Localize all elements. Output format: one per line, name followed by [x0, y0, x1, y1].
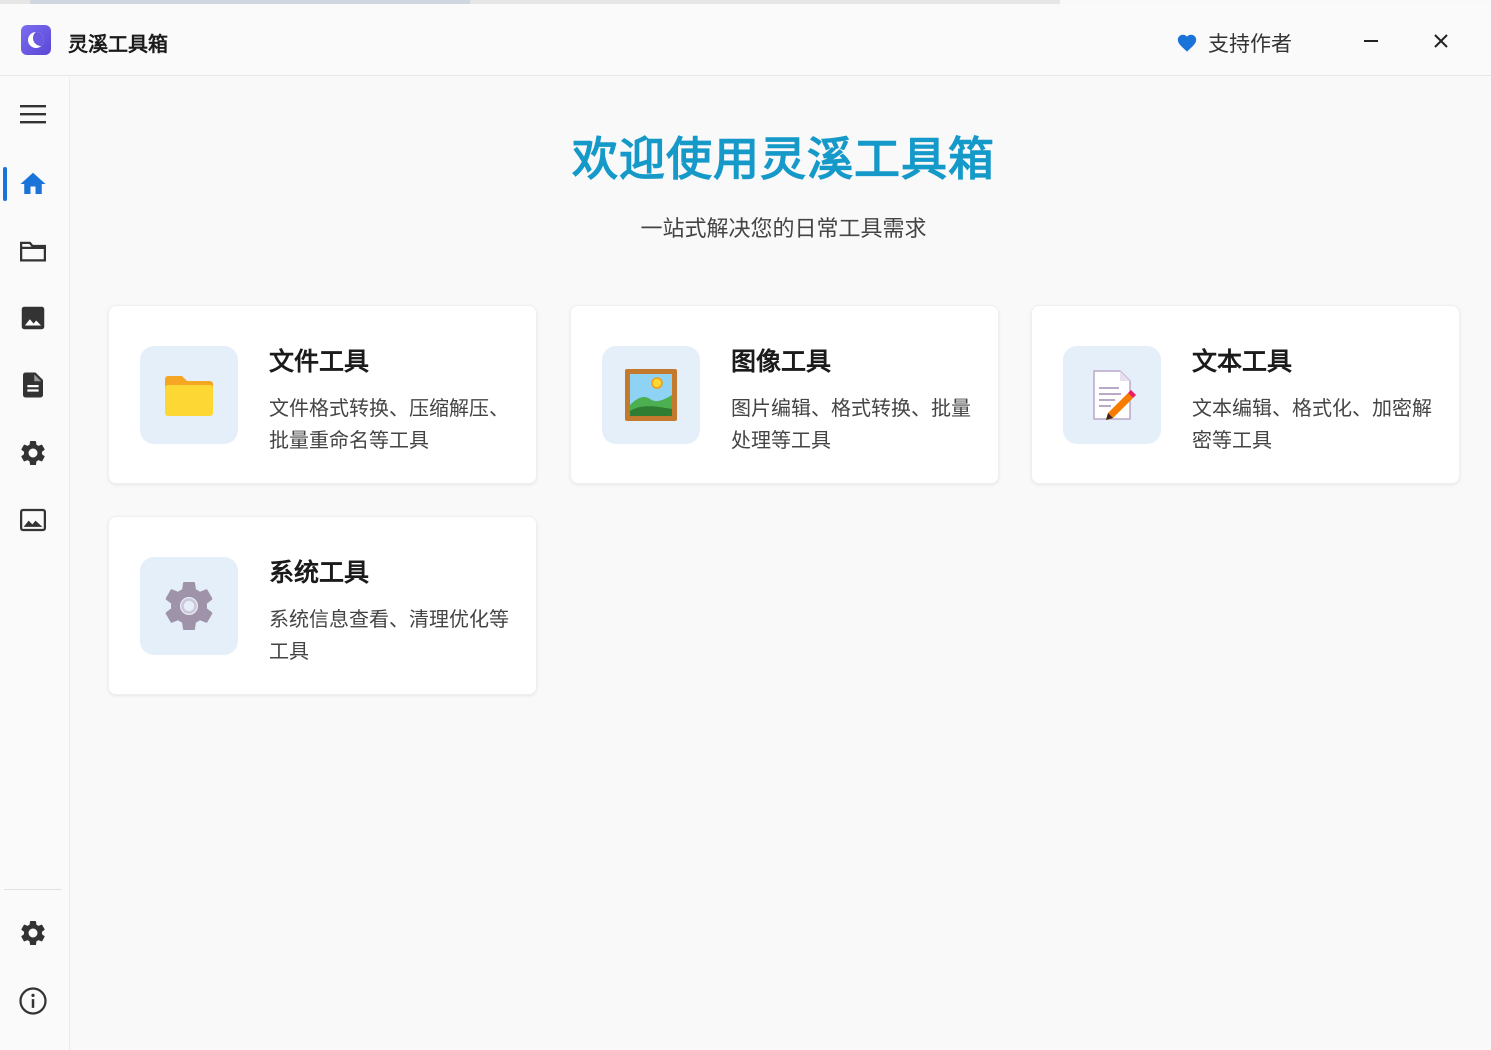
sidebar-divider: [4, 889, 62, 890]
card-icon-box: [140, 346, 238, 444]
app-window: 灵溪工具箱 支持作者 欢迎使用灵溪工具箱 一站式解决您的日常工具需求 文件工具 …: [0, 0, 1491, 1050]
card-description: 文本编辑、格式化、加密解密等工具: [1192, 396, 1432, 452]
card-text-tools[interactable]: 文本工具 文本编辑、格式化、加密解密等工具: [1031, 305, 1460, 484]
sidebar-item-settings[interactable]: [0, 907, 66, 959]
title-bar: 灵溪工具箱 支持作者: [0, 4, 1491, 76]
menu-icon: [20, 105, 46, 124]
card-system-tools[interactable]: 系统工具 系统信息查看、清理优化等工具: [108, 516, 537, 695]
card-description: 图片编辑、格式转换、批量处理等工具: [731, 396, 971, 452]
sidebar-item-files[interactable]: [0, 225, 66, 277]
card-title: 文件工具: [269, 347, 370, 376]
sidebar-item-about[interactable]: [0, 975, 66, 1027]
gear-icon: [21, 440, 45, 465]
app-title: 灵溪工具箱: [68, 32, 168, 56]
card-icon-box: [1063, 346, 1161, 444]
photo-frame-icon: [20, 508, 46, 532]
sidebar-item-gallery[interactable]: [0, 494, 66, 546]
memo-icon: [1093, 370, 1136, 420]
card-description: 文件格式转换、压缩解压、批量重命名等工具: [269, 396, 509, 452]
home-icon: [20, 172, 46, 194]
card-file-tools[interactable]: 文件工具 文件格式转换、压缩解压、批量重命名等工具: [108, 305, 537, 484]
settings-icon: [21, 920, 45, 945]
card-image-tools[interactable]: 图像工具 图片编辑、格式转换、批量处理等工具: [570, 305, 999, 484]
minimize-icon: [1364, 40, 1378, 42]
page-title: 欢迎使用灵溪工具箱: [572, 132, 995, 186]
main-content: 欢迎使用灵溪工具箱 一站式解决您的日常工具需求 文件工具 文件格式转换、压缩解压…: [71, 77, 1491, 1050]
gear-icon: [165, 581, 213, 630]
page-subtitle: 一站式解决您的日常工具需求: [640, 217, 927, 242]
info-icon: [19, 987, 47, 1015]
sidebar-item-system[interactable]: [0, 427, 66, 479]
sidebar-menu-toggle[interactable]: [0, 88, 66, 140]
app-logo-icon: [21, 25, 51, 55]
heart-icon: [1177, 34, 1197, 52]
sidebar-item-text[interactable]: [0, 359, 66, 411]
card-description: 系统信息查看、清理优化等工具: [269, 607, 509, 663]
folder-icon: [165, 376, 213, 416]
sidebar-item-images[interactable]: [0, 292, 66, 344]
card-title: 图像工具: [731, 347, 832, 376]
image-icon: [21, 306, 45, 330]
document-icon: [23, 372, 43, 398]
card-icon-box: [602, 346, 700, 444]
card-title: 系统工具: [269, 558, 370, 587]
sidebar: [0, 77, 70, 1050]
card-icon-box: [140, 557, 238, 655]
card-title: 文本工具: [1192, 347, 1293, 376]
folder-icon: [20, 241, 46, 262]
close-icon: [1434, 34, 1448, 48]
support-author-label: 支持作者: [1208, 32, 1292, 56]
minimize-button[interactable]: [1348, 18, 1394, 64]
close-button[interactable]: [1418, 18, 1464, 64]
support-author-button[interactable]: 支持作者: [1176, 28, 1292, 58]
picture-icon: [625, 369, 677, 421]
sidebar-item-home[interactable]: [0, 158, 66, 210]
